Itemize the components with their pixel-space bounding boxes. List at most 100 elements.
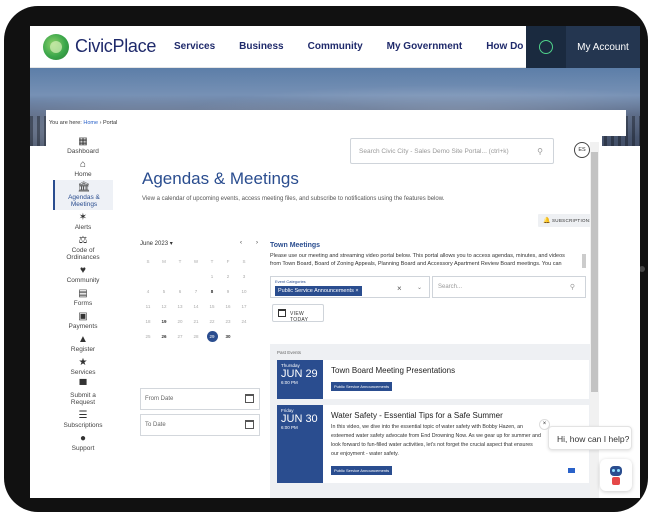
- breadcrumb-prefix: You are here:: [49, 120, 82, 126]
- from-date-field[interactable]: From Date: [140, 388, 260, 410]
- logo[interactable]: CivicPlace: [43, 33, 158, 60]
- calendar-day[interactable]: 14: [188, 299, 204, 314]
- mini-calendar: June 2023 ▾ ‹ › S M T W T F S 1 2 3 4 5 6 7 8 9 10 11 12 13 1…: [140, 240, 258, 358]
- calendar-day[interactable]: 25: [140, 329, 156, 344]
- breadcrumb-home[interactable]: Home: [83, 120, 98, 126]
- calendar-grid: S M T W T F S 1 2 3 4 5 6 7 8 9 10 11 12 13 14 15 16 17 18 19 20 21…: [140, 254, 252, 344]
- nav-community[interactable]: Community: [308, 41, 363, 52]
- calendar-day[interactable]: 11: [140, 299, 156, 314]
- main-nav: Services Business Community My Governmen…: [174, 41, 553, 52]
- town-meetings-description: Please use our meeting and streaming vid…: [270, 253, 565, 267]
- calendar-day[interactable]: 18: [140, 314, 156, 329]
- calendar-day[interactable]: 2: [220, 269, 236, 284]
- sidebar-item-submit-request[interactable]: ▀ Submit a Request: [53, 378, 113, 408]
- event-category-select[interactable]: Event Categories Public Service Announce…: [270, 276, 430, 298]
- chat-greeting[interactable]: Hi, how can I help?: [548, 426, 632, 450]
- home-icon: ⌂: [79, 159, 87, 170]
- calendar-day[interactable]: 19: [156, 314, 172, 329]
- chat-icon: ▀: [79, 380, 87, 391]
- event-item[interactable]: Thursday JUN 29 6:00 PM Town Board Meeti…: [277, 360, 589, 399]
- search-icon: ⚲: [537, 147, 543, 156]
- calendar-icon: [278, 309, 286, 317]
- sidebar-item-code-of-ordinances[interactable]: ⚖ Code of Ordinances: [53, 233, 113, 263]
- user-circle-icon[interactable]: [526, 26, 566, 68]
- sidebar-item-home[interactable]: ⌂ Home: [53, 157, 113, 180]
- calendar-day[interactable]: 10: [236, 284, 252, 299]
- description-scrollbar[interactable]: [582, 254, 586, 268]
- calendar-day[interactable]: 24: [236, 314, 252, 329]
- filter-chip[interactable]: Public Service Announcements ×: [275, 286, 362, 296]
- calendar-day[interactable]: 13: [172, 299, 188, 314]
- event-title[interactable]: Town Board Meeting Presentations: [331, 366, 581, 375]
- calendar-day[interactable]: 6: [172, 284, 188, 299]
- main-content: Search Civic City - Sales Demo Site Port…: [124, 134, 596, 498]
- weekday-header: T: [178, 259, 182, 264]
- calendar-day[interactable]: 23: [220, 314, 236, 329]
- sidebar-item-payments[interactable]: ▣ Payments: [53, 309, 113, 332]
- event-tag[interactable]: Public Service Announcements: [331, 382, 393, 391]
- calendar-day[interactable]: 20: [172, 314, 188, 329]
- sidebar-item-subscriptions[interactable]: ☰ Subscriptions: [53, 408, 113, 431]
- weekday-header: S: [146, 259, 150, 264]
- alert-icon: ✶: [78, 212, 88, 223]
- calendar-day[interactable]: 4: [140, 284, 156, 299]
- chatbot-icon[interactable]: [600, 459, 632, 491]
- calendar-day[interactable]: 5: [156, 284, 172, 299]
- calendar-day[interactable]: 1: [204, 269, 220, 284]
- sidebar: ▦ Dashboard ⌂ Home 🏛 Agendas & Meetings ✶ Ale…: [46, 134, 124, 498]
- sidebar-item-agendas-meetings[interactable]: 🏛 Agendas & Meetings: [53, 180, 113, 210]
- sidebar-item-dashboard[interactable]: ▦ Dashboard: [53, 134, 113, 157]
- calendar-day[interactable]: 8: [204, 284, 220, 299]
- sidebar-item-register[interactable]: ▲ Register: [53, 332, 113, 355]
- past-events-label: Past Events: [277, 350, 302, 355]
- scales-icon: ⚖: [78, 235, 88, 246]
- sidebar-item-community[interactable]: ♥ Community: [53, 263, 113, 286]
- sidebar-item-alerts[interactable]: ✶ Alerts: [53, 210, 113, 233]
- heart-hand-icon: ♥: [80, 265, 86, 276]
- calendar-day[interactable]: 28: [188, 329, 204, 344]
- my-account-button[interactable]: My Account: [566, 26, 640, 68]
- scrollbar-thumb[interactable]: [591, 152, 598, 392]
- calendar-next-button[interactable]: ›: [256, 240, 258, 246]
- sidebar-item-support[interactable]: ● Support: [53, 431, 113, 454]
- portal-search-input[interactable]: Search Civic City - Sales Demo Site Port…: [350, 138, 554, 164]
- calendar-day[interactable]: 3: [236, 269, 252, 284]
- calendar-prev-button[interactable]: ‹: [240, 240, 242, 246]
- calendar-day[interactable]: 21: [188, 314, 204, 329]
- sidebar-item-services[interactable]: ★ Services: [53, 355, 113, 378]
- nav-services[interactable]: Services: [174, 41, 215, 52]
- event-tag[interactable]: Public Service Announcements: [331, 466, 393, 475]
- calendar-month-select[interactable]: June 2023 ▾: [140, 240, 173, 252]
- list-icon: ☰: [78, 410, 88, 421]
- calendar-day[interactable]: 26: [156, 329, 172, 344]
- calendar-day[interactable]: 12: [156, 299, 172, 314]
- nav-my-government[interactable]: My Government: [387, 41, 463, 52]
- event-date: Thursday JUN 29 6:00 PM: [277, 360, 323, 399]
- event-item[interactable]: Friday JUN 30 6:00 PM Water Safety - Ess…: [277, 405, 589, 483]
- calendar-day[interactable]: 16: [220, 299, 236, 314]
- event-date: Friday JUN 30 6:00 PM: [277, 405, 323, 483]
- view-today-button[interactable]: VIEW TODAY: [272, 304, 324, 323]
- town-meetings-title: Town Meetings: [270, 242, 321, 249]
- subscriptions-button[interactable]: 🔔 SUBSCRIPTIONS: [538, 214, 596, 227]
- calendar-day[interactable]: 15: [204, 299, 220, 314]
- calendar-day[interactable]: 27: [172, 329, 188, 344]
- clear-icon[interactable]: ×: [397, 284, 402, 293]
- calendar-day[interactable]: 17: [236, 299, 252, 314]
- calendar-day[interactable]: 9: [220, 284, 236, 299]
- calendar-day[interactable]: 29: [204, 329, 220, 344]
- building-icon: 🏛: [77, 182, 91, 193]
- chevron-down-icon[interactable]: ⌄: [417, 284, 422, 291]
- calendar-day: [188, 269, 204, 284]
- nav-business[interactable]: Business: [239, 41, 283, 52]
- to-date-field[interactable]: To Date: [140, 414, 260, 436]
- sidebar-item-forms[interactable]: ▤ Forms: [53, 286, 113, 309]
- language-button[interactable]: ES: [574, 142, 590, 158]
- calendar-day[interactable]: 30: [220, 329, 236, 344]
- breadcrumb-separator: ›: [99, 120, 102, 126]
- nav-how-do-i[interactable]: How Do I: [486, 41, 529, 52]
- calendar-day[interactable]: 7: [188, 284, 204, 299]
- calendar-day[interactable]: 22: [204, 314, 220, 329]
- video-icon[interactable]: [568, 468, 575, 473]
- event-search-input[interactable]: Search... ⚲: [432, 276, 586, 298]
